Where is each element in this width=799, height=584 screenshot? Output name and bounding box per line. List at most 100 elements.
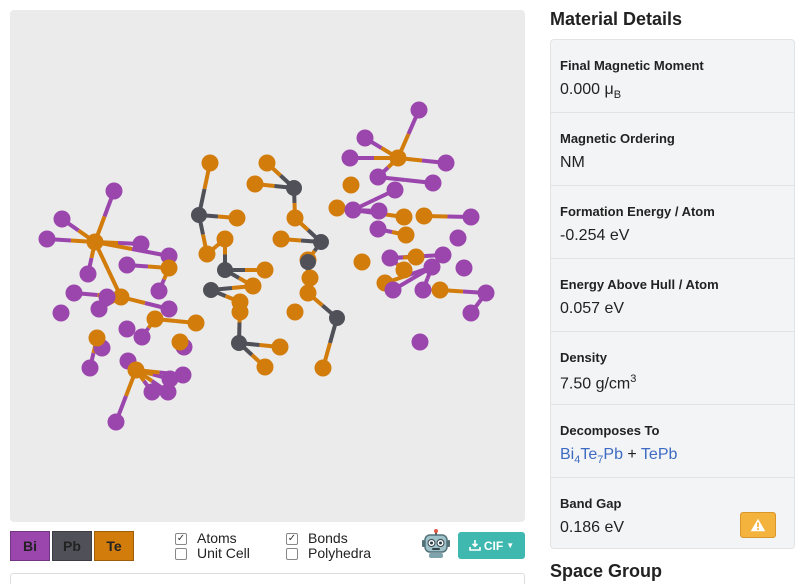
- atom-te[interactable]: [272, 230, 290, 248]
- download-cif-button[interactable]: CIF ▼: [458, 532, 525, 559]
- decomposition-product-link[interactable]: Bi4Te7Pb: [560, 446, 623, 466]
- atom-bi[interactable]: [107, 413, 125, 431]
- atom-te[interactable]: [258, 154, 276, 172]
- atom-bi[interactable]: [462, 304, 480, 322]
- atom-te[interactable]: [256, 358, 274, 376]
- atom-bi[interactable]: [423, 258, 441, 276]
- atom-te[interactable]: [314, 359, 332, 377]
- unit-cell-checkbox[interactable]: [175, 547, 187, 560]
- decomposition-product-link[interactable]: TePb: [641, 446, 677, 463]
- atom-bi[interactable]: [369, 168, 387, 186]
- polyhedra-checkbox[interactable]: [286, 547, 298, 560]
- atom-bi[interactable]: [370, 202, 388, 220]
- structure-viewer[interactable]: [10, 10, 525, 522]
- crystal-structure-canvas[interactable]: [10, 10, 525, 522]
- atom-te[interactable]: [216, 230, 234, 248]
- atom-pb[interactable]: [329, 310, 345, 326]
- atom-bi[interactable]: [384, 281, 402, 299]
- atom-bi[interactable]: [143, 383, 161, 401]
- atom-te[interactable]: [271, 338, 289, 356]
- atom-bi[interactable]: [52, 304, 70, 322]
- atom-te[interactable]: [342, 176, 360, 194]
- atom-te[interactable]: [407, 248, 425, 266]
- atom-bi[interactable]: [118, 256, 136, 274]
- atom-bi[interactable]: [411, 333, 429, 351]
- atom-bi[interactable]: [81, 359, 99, 377]
- atom-te[interactable]: [395, 261, 413, 279]
- atom-bi[interactable]: [79, 265, 97, 283]
- atom-te[interactable]: [415, 207, 433, 225]
- magnetic-ordering: Magnetic Ordering NM: [551, 113, 794, 186]
- atom-pb[interactable]: [217, 262, 233, 278]
- atom-pb[interactable]: [203, 282, 219, 298]
- atom-te[interactable]: [286, 303, 304, 321]
- atom-te[interactable]: [86, 233, 104, 251]
- atom-bi[interactable]: [356, 129, 374, 147]
- atom-bi[interactable]: [437, 154, 455, 172]
- atom-bi[interactable]: [174, 366, 192, 384]
- property-label: Energy Above Hull / Atom: [560, 277, 719, 292]
- atom-te[interactable]: [244, 277, 262, 295]
- atom-te[interactable]: [88, 329, 106, 347]
- atom-pb[interactable]: [191, 207, 207, 223]
- atom-te[interactable]: [160, 259, 178, 277]
- atom-bi[interactable]: [105, 182, 123, 200]
- atom-pb[interactable]: [231, 335, 247, 351]
- atom-bi[interactable]: [477, 284, 495, 302]
- atom-bi[interactable]: [462, 208, 480, 226]
- atom-te[interactable]: [146, 310, 164, 328]
- atom-bi[interactable]: [53, 210, 71, 228]
- atom-te[interactable]: [328, 199, 346, 217]
- atom-bi[interactable]: [118, 320, 136, 338]
- atom-te[interactable]: [187, 314, 205, 332]
- atom-te[interactable]: [228, 209, 246, 227]
- atom-te[interactable]: [198, 245, 216, 263]
- atom-te[interactable]: [395, 208, 413, 226]
- atom-bi[interactable]: [414, 281, 432, 299]
- atom-bi[interactable]: [133, 328, 151, 346]
- atom-bi[interactable]: [449, 229, 467, 247]
- atom-bi[interactable]: [132, 235, 150, 253]
- atom-bi[interactable]: [38, 230, 56, 248]
- property-label: Band Gap: [560, 496, 622, 511]
- atom-bi[interactable]: [455, 259, 473, 277]
- atom-bi[interactable]: [344, 201, 362, 219]
- atom-bi[interactable]: [386, 181, 404, 199]
- atom-te[interactable]: [301, 269, 319, 287]
- atom-bi[interactable]: [150, 282, 168, 300]
- atom-te[interactable]: [286, 209, 304, 227]
- atom-te[interactable]: [171, 333, 189, 351]
- atom-te[interactable]: [201, 154, 219, 172]
- atom-bi[interactable]: [98, 288, 116, 306]
- bonds-checkbox[interactable]: ✓: [286, 532, 298, 545]
- atom-bi[interactable]: [381, 249, 399, 267]
- atom-te[interactable]: [246, 175, 264, 193]
- unit-cell-toggle[interactable]: Unit Cell: [175, 546, 250, 561]
- atom-te[interactable]: [127, 361, 145, 379]
- atom-bi[interactable]: [424, 174, 442, 192]
- atom-te[interactable]: [299, 284, 317, 302]
- property-label: Final Magnetic Moment: [560, 58, 704, 73]
- atoms-toggle[interactable]: ✓ Atoms: [175, 531, 250, 546]
- atom-bi[interactable]: [159, 383, 177, 401]
- atom-te[interactable]: [353, 253, 371, 271]
- atom-te[interactable]: [397, 226, 415, 244]
- warning-button[interactable]: [740, 512, 776, 538]
- atoms-checkbox[interactable]: ✓: [175, 532, 187, 545]
- atom-te[interactable]: [431, 281, 449, 299]
- atom-bi[interactable]: [410, 101, 428, 119]
- atom-pb[interactable]: [300, 254, 316, 270]
- atom-bi[interactable]: [65, 284, 83, 302]
- atom-te[interactable]: [231, 303, 249, 321]
- robot-icon[interactable]: [420, 529, 452, 559]
- atom-pb[interactable]: [286, 180, 302, 196]
- atom-bi[interactable]: [369, 220, 387, 238]
- atom-pb[interactable]: [313, 234, 329, 250]
- atom-te[interactable]: [389, 149, 407, 167]
- atom-te[interactable]: [256, 261, 274, 279]
- property-label: Density: [560, 350, 607, 365]
- atom-bi[interactable]: [160, 300, 178, 318]
- atom-bi[interactable]: [341, 149, 359, 167]
- bonds-toggle[interactable]: ✓ Bonds: [286, 531, 371, 546]
- polyhedra-toggle[interactable]: Polyhedra: [286, 546, 371, 561]
